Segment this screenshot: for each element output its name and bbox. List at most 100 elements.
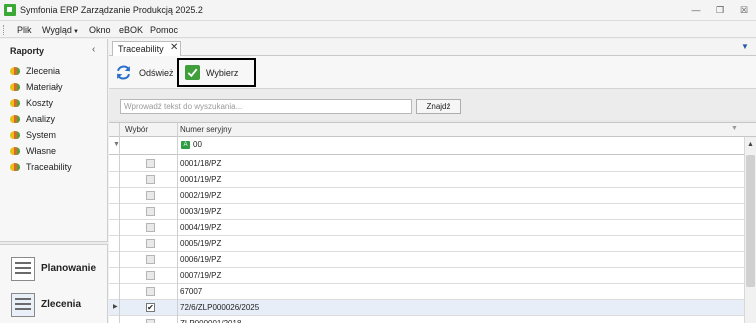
- sidebar-item-label: Własne: [26, 146, 57, 156]
- column-divider: [177, 123, 178, 323]
- module-zlecenia[interactable]: Zlecenia: [0, 288, 108, 322]
- row-select-checkbox[interactable]: [146, 287, 155, 296]
- refresh-icon: [116, 65, 131, 80]
- table-row[interactable]: 0002/19/PZ: [109, 188, 744, 204]
- select-button[interactable]: Wybierz: [177, 58, 256, 87]
- table-row[interactable]: 0005/19/PZ: [109, 236, 744, 252]
- sidebar-item-traceability[interactable]: Traceability: [10, 162, 102, 174]
- sidebar-item-materialy[interactable]: Materiały: [10, 82, 102, 94]
- serial-number: ZLP000001/2018: [180, 319, 241, 323]
- toolbar: Odśwież Wybierz: [109, 56, 756, 89]
- sidebar-item-wlasne[interactable]: Własne: [10, 146, 102, 158]
- serial-number: 0003/19/PZ: [180, 207, 222, 216]
- serial-number: 0006/19/PZ: [180, 255, 222, 264]
- row-select-checkbox[interactable]: [146, 175, 155, 184]
- table-row[interactable]: 67007: [109, 284, 744, 300]
- report-icon: [10, 115, 20, 123]
- refresh-button[interactable]: Odśwież: [115, 62, 179, 84]
- table-row[interactable]: 0001/19/PZ: [109, 172, 744, 188]
- table-row[interactable]: ZLP000001/2018: [109, 316, 744, 323]
- menu-item-ebok[interactable]: eBOK: [119, 25, 143, 35]
- collapse-sidebar-icon[interactable]: ‹: [92, 44, 95, 55]
- row-select-checkbox[interactable]: [146, 207, 155, 216]
- report-icon: [10, 67, 20, 75]
- filter-value[interactable]: 00: [193, 140, 202, 149]
- vertical-scrollbar[interactable]: ▲: [744, 137, 756, 323]
- grid-header: Wybór Numer seryjny ▼: [109, 123, 756, 137]
- menu-item-wyglad-label: Wygląd: [42, 25, 72, 35]
- table-row[interactable]: 0006/19/PZ: [109, 252, 744, 268]
- table-row[interactable]: 0003/19/PZ: [109, 204, 744, 220]
- module-label: Planowanie: [41, 263, 97, 274]
- menu-item-pomoc[interactable]: Pomoc: [150, 25, 178, 35]
- tab-traceability[interactable]: Traceability ✕: [112, 41, 181, 56]
- sidebar-item-label: Analizy: [26, 114, 56, 124]
- serial-grid: Wybór Numer seryjny ▼ ▼ A 00 0001/18/PZ 0…: [109, 122, 756, 323]
- sidebar-item-label: System: [26, 130, 57, 140]
- column-header-numer-seryjny[interactable]: Numer seryjny: [180, 125, 232, 134]
- filter-row: ▼ A 00: [109, 137, 756, 155]
- report-icon: [10, 147, 20, 155]
- row-select-checkbox[interactable]: ✔: [146, 303, 155, 312]
- planning-icon: [11, 257, 35, 281]
- search-panel: Znajdź: [109, 89, 756, 120]
- table-row[interactable]: ▶ ✔ 72/6/ZLP000026/2025: [109, 300, 744, 316]
- module-label: Zlecenia: [41, 299, 82, 310]
- minimize-icon[interactable]: —: [689, 4, 703, 16]
- tab-label: Traceability: [118, 44, 164, 54]
- sidebar-item-label: Materiały: [26, 82, 63, 92]
- sidebar-item-label: Traceability: [26, 162, 72, 172]
- sidebar-item-koszty[interactable]: Koszty: [10, 98, 102, 110]
- serial-number: 0001/18/PZ: [180, 159, 222, 168]
- report-icon: [10, 83, 20, 91]
- serial-number: 0005/19/PZ: [180, 239, 222, 248]
- caret-down-icon: ▼: [72, 29, 79, 35]
- title-bar: Symfonia ERP Zarządzanie Produkcją 2025.…: [0, 0, 756, 21]
- row-select-checkbox[interactable]: [146, 223, 155, 232]
- filter-condition-icon[interactable]: A: [181, 141, 190, 149]
- column-filter-icon[interactable]: ▼: [731, 125, 738, 132]
- table-row[interactable]: 0001/18/PZ: [109, 156, 744, 172]
- sidebar-item-zlecenia[interactable]: Zlecenia: [10, 66, 102, 78]
- serial-number: 0001/19/PZ: [180, 175, 222, 184]
- column-header-wybor[interactable]: Wybór: [125, 125, 148, 134]
- sidebar-splitter[interactable]: [0, 241, 108, 245]
- close-tab-icon[interactable]: ✕: [170, 42, 178, 53]
- menu-item-wyglad[interactable]: Wygląd▼: [42, 25, 79, 35]
- row-select-checkbox[interactable]: [146, 319, 155, 323]
- restore-icon[interactable]: ❐: [713, 4, 727, 16]
- table-row[interactable]: 0004/19/PZ: [109, 220, 744, 236]
- orders-icon: [11, 293, 35, 317]
- table-row[interactable]: 0007/19/PZ: [109, 268, 744, 284]
- column-divider: [119, 123, 120, 323]
- row-select-checkbox[interactable]: [146, 159, 155, 168]
- menu-grip-icon: [3, 25, 6, 35]
- report-icon: [10, 99, 20, 107]
- window-title: Symfonia ERP Zarządzanie Produkcją 2025.…: [20, 5, 203, 15]
- sidebar-item-label: Zlecenia: [26, 66, 61, 76]
- search-input[interactable]: [120, 99, 412, 114]
- row-select-checkbox[interactable]: [146, 255, 155, 264]
- find-button[interactable]: Znajdź: [416, 99, 461, 114]
- scrollbar-thumb[interactable]: [746, 155, 755, 287]
- row-select-checkbox[interactable]: [146, 271, 155, 280]
- content-area: Znajdź Wybór Numer seryjny ▼ ▼ A 00 0001…: [109, 89, 756, 323]
- menu-item-plik[interactable]: Plik: [17, 25, 32, 35]
- sidebar-item-analizy[interactable]: Analizy: [10, 114, 102, 126]
- serial-number: 0002/19/PZ: [180, 191, 222, 200]
- menu-item-okno[interactable]: Okno: [89, 25, 111, 35]
- serial-number: 72/6/ZLP000026/2025: [180, 303, 260, 312]
- refresh-label: Odśwież: [139, 68, 174, 78]
- close-window-icon[interactable]: ☒: [737, 4, 751, 16]
- sidebar-title: Raporty: [10, 46, 45, 56]
- checkmark-icon: [185, 65, 200, 80]
- app-logo-icon: [4, 4, 16, 16]
- sidebar-item-label: Koszty: [26, 98, 54, 108]
- row-select-checkbox[interactable]: [146, 239, 155, 248]
- row-select-checkbox[interactable]: [146, 191, 155, 200]
- serial-number: 67007: [180, 287, 203, 296]
- scroll-up-icon[interactable]: ▲: [747, 141, 754, 148]
- sidebar-item-system[interactable]: System: [10, 130, 102, 142]
- tab-list-dropdown-icon[interactable]: ▼: [741, 42, 749, 51]
- module-planowanie[interactable]: Planowanie: [0, 252, 108, 286]
